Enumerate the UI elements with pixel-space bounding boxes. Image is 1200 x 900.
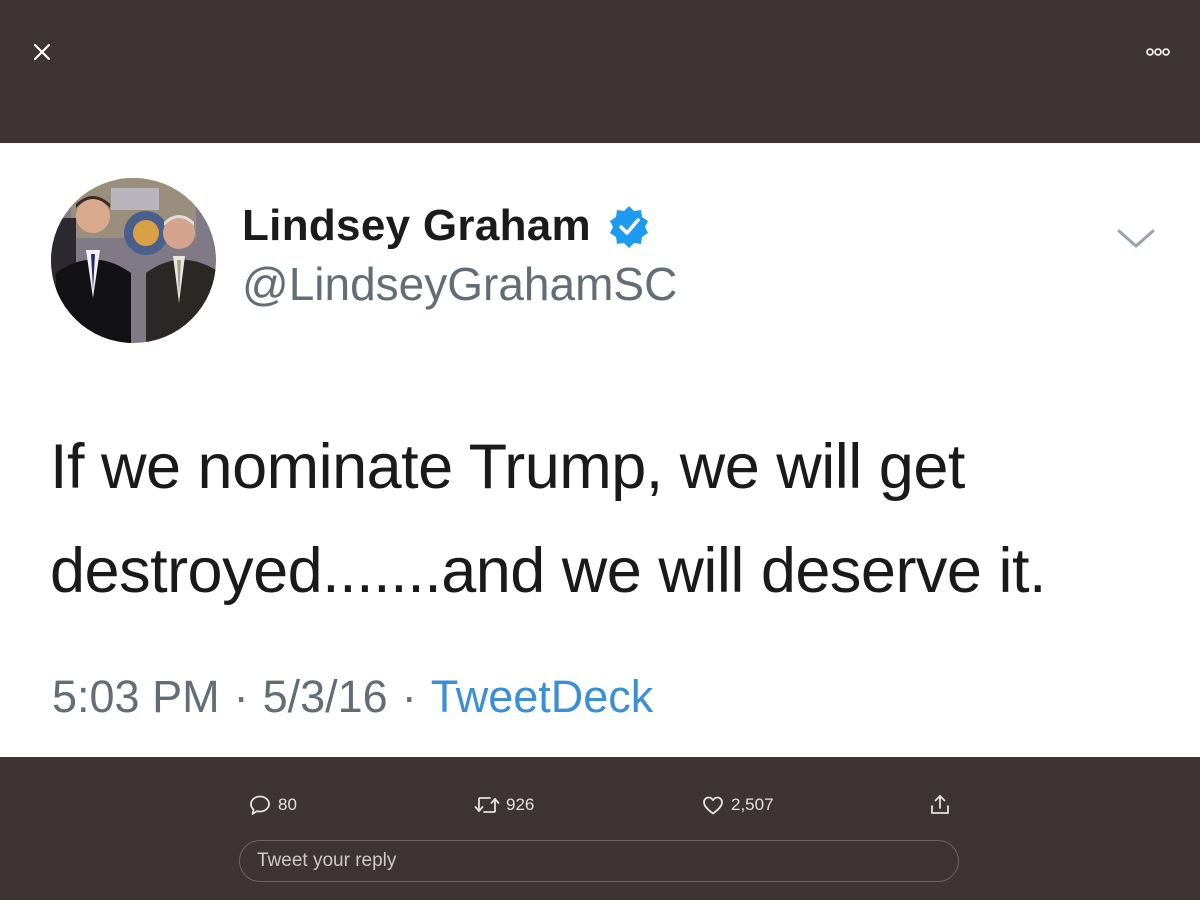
tweet-text-line: If we nominate Trump, we will get <box>50 432 965 502</box>
more-options-button[interactable] <box>1142 40 1174 64</box>
more-options-icon <box>1146 48 1170 56</box>
tweet-menu-button[interactable] <box>1114 223 1158 253</box>
tweet-meta: 5:03 PM · 5/3/16 · TweetDeck <box>52 671 653 723</box>
heart-icon <box>703 796 723 815</box>
meta-separator: · <box>401 671 417 722</box>
avatar-photo <box>51 178 216 343</box>
tweet-date: 5/3/16 <box>262 671 388 722</box>
like-count: 2,507 <box>731 795 774 814</box>
like-button[interactable]: 2,507 <box>701 790 774 820</box>
reply-input[interactable] <box>255 849 943 873</box>
reply-icon <box>250 795 270 815</box>
reply-input-container[interactable] <box>239 840 959 882</box>
tweet-text: If we nominate Trump, we will get destro… <box>50 415 1160 623</box>
author-row: Lindsey Graham <box>242 201 651 251</box>
author-handle[interactable]: @LindseyGrahamSC <box>242 257 677 311</box>
chevron-down-icon <box>1117 229 1155 248</box>
meta-separator: · <box>233 671 249 722</box>
avatar[interactable] <box>51 178 216 343</box>
share-icon <box>931 795 949 814</box>
reply-count: 80 <box>278 795 297 814</box>
reply-button[interactable]: 80 <box>248 790 297 820</box>
retweet-count: 926 <box>506 795 535 814</box>
retweet-icon <box>474 797 500 813</box>
tweet-image-card: Lindsey Graham @LindseyGrahamSC If we no… <box>0 143 1200 757</box>
tweet-text-line: destroyed.......and we will deserve it. <box>50 536 1046 606</box>
tweet-time: 5:03 PM <box>52 671 220 722</box>
tweet-source-link[interactable]: TweetDeck <box>431 671 654 722</box>
retweet-button[interactable]: 926 <box>474 790 534 820</box>
display-name[interactable]: Lindsey Graham <box>242 201 591 251</box>
close-icon <box>33 43 51 61</box>
share-button[interactable] <box>928 790 952 820</box>
verified-badge-icon <box>609 206 648 248</box>
viewer-top-bar <box>0 0 1200 143</box>
close-button[interactable] <box>28 38 56 66</box>
